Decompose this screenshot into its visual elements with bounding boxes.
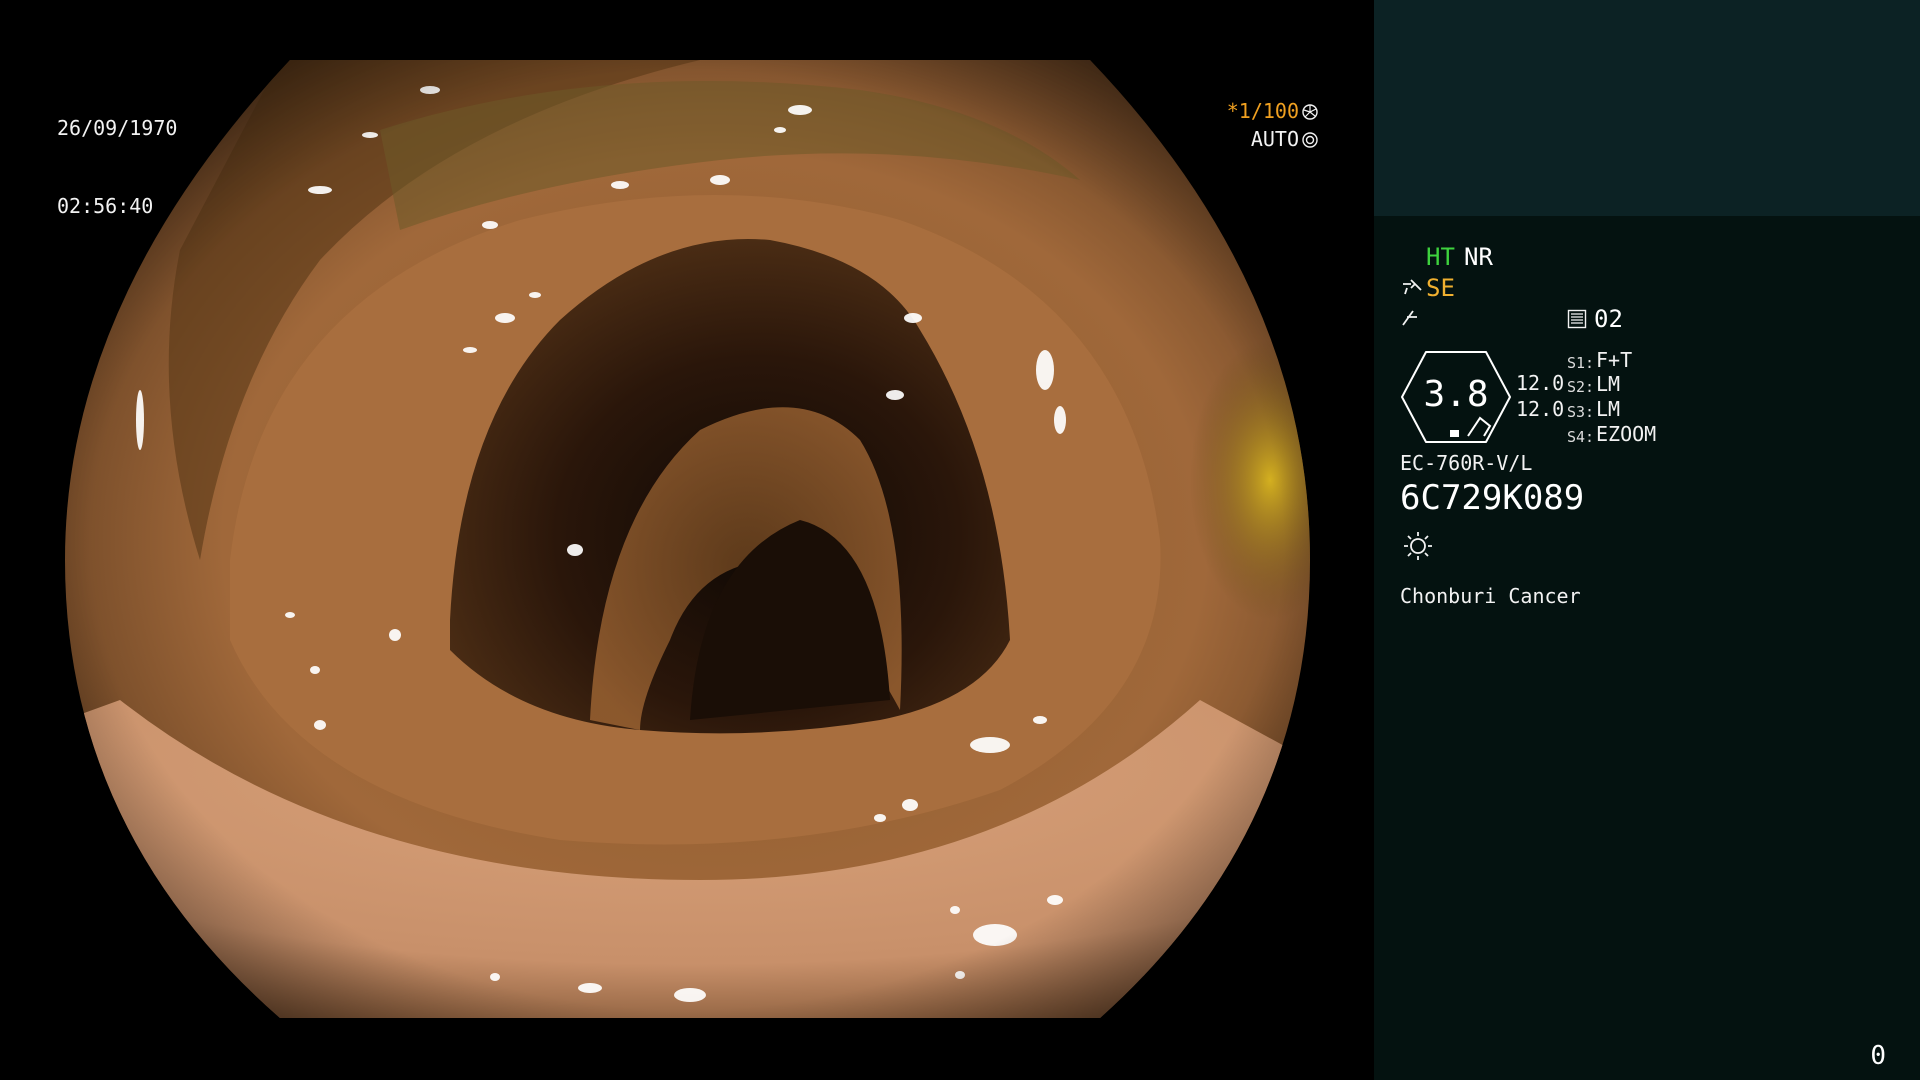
date-time-readout: 26/09/1970 02:56:40 [57,63,177,271]
frame-counter: 0 [1870,1041,1886,1071]
enhancement-icon [1402,310,1417,326]
endoscopic-image [65,60,1310,1018]
ht-indicator: HT [1426,243,1455,271]
switch-value-1: F+T [1596,348,1633,372]
endoscopy-monitor-screen: 26/09/1970 02:56:40 *1/100 AUTO HT NR SE… [0,0,1920,1080]
shutter-speed-readout: *1/100 [1227,98,1318,124]
se-indicator: SE [1426,274,1455,302]
switch-key-1: S1: [1567,354,1595,372]
endoscope-view: 26/09/1970 02:56:40 *1/100 AUTO [0,0,1374,1080]
switch-value-3: LM [1596,397,1621,421]
switch-key-4: S4: [1567,428,1595,446]
panel-header-area [1374,0,1920,216]
iris-mode-text: AUTO [1250,127,1299,151]
light-source-icon [1404,532,1432,560]
level-value-1: 12.0 [1516,371,1565,395]
switch-value-2: LM [1596,372,1621,396]
magnification-value: 3.8 [1423,374,1489,415]
nr-indicator: NR [1464,243,1493,271]
iris-icon [1302,132,1318,148]
date-text: 26/09/1970 [57,116,178,140]
scope-serial: 6C729K089 [1400,478,1585,518]
level-value-2: 12.0 [1516,397,1565,421]
switch-key-3: S3: [1567,403,1595,421]
iris-mode-readout: AUTO [1251,126,1318,152]
memory-icon [1567,309,1587,329]
structure-enhance-icon [1403,279,1422,295]
switch-key-2: S2: [1567,378,1595,396]
time-text: 02:56:40 [57,194,154,218]
shutter-speed-text: *1/100 [1226,99,1299,123]
memory-number: 02 [1594,305,1623,333]
status-panel: HT NR SE 02 3.8 12.0 12.0 S1: F+T S2: LM… [1374,0,1920,1080]
scope-model: EC-760R-V/L [1400,451,1533,475]
switch-value-4: EZOOM [1596,422,1657,446]
hospital-name: Chonburi Cancer [1400,584,1581,608]
aperture-icon [1302,104,1318,120]
